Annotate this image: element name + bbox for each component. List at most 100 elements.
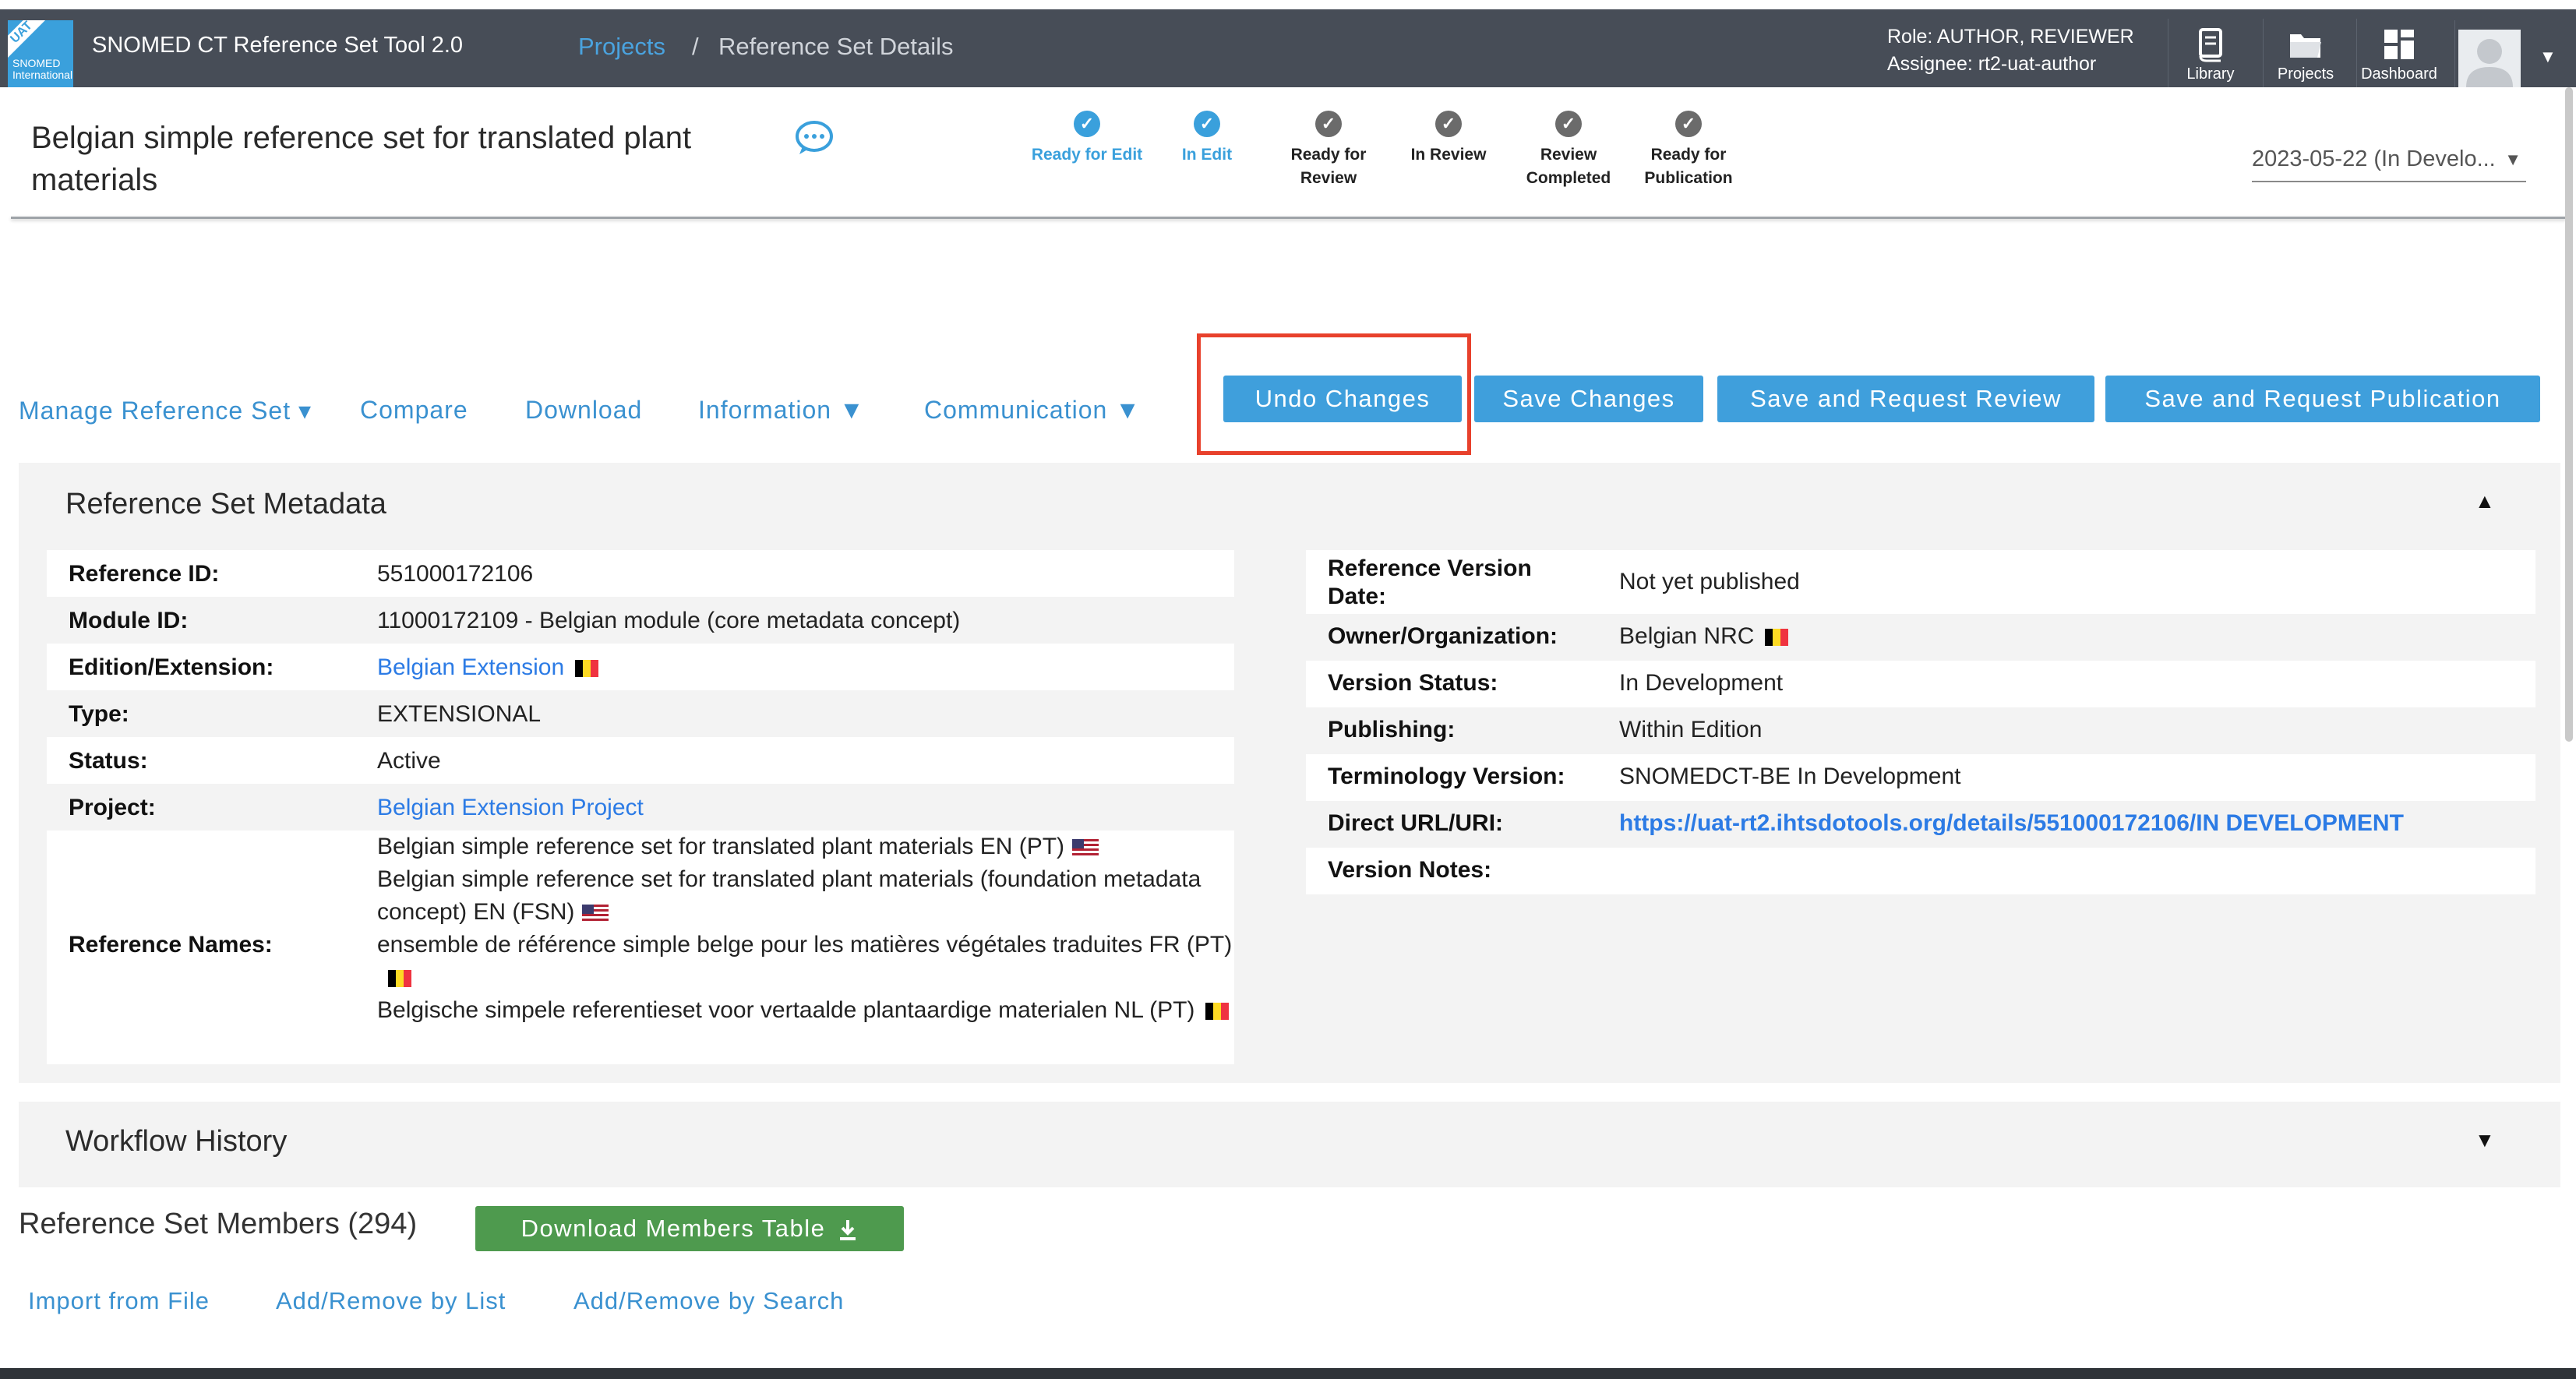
add-remove-by-list-link[interactable]: Add/Remove by List	[276, 1287, 506, 1315]
breadcrumb-current-page: Reference Set Details	[718, 33, 954, 60]
user-silhouette-icon	[2466, 39, 2513, 87]
chevron-down-icon[interactable]: ▼	[2539, 47, 2557, 67]
metadata-row: Direct URL/URI: https://uat-rt2.ihtsdoto…	[1306, 801, 2535, 848]
user-role-info: Role: AUTHOR, REVIEWER Assignee: rt2-uat…	[1887, 23, 2134, 78]
folder-icon	[2290, 34, 2321, 58]
check-circle-icon: ✓	[1675, 111, 1702, 137]
nav-library-label: Library	[2186, 65, 2235, 83]
workflow-step-review-completed: ✓ Review Completed	[1510, 111, 1627, 190]
information-menu[interactable]: Information ▼	[698, 396, 865, 425]
save-request-review-button[interactable]: Save and Request Review	[1717, 376, 2094, 422]
reference-id-value: 551000172106	[377, 561, 534, 587]
page-scrollbar[interactable]	[2565, 87, 2573, 742]
edition-value: Belgian Extension	[377, 654, 599, 681]
field-label: Direct URL/URI:	[1328, 810, 1504, 836]
communication-menu[interactable]: Communication ▼	[924, 396, 1141, 425]
publishing-value: Within Edition	[1619, 717, 1763, 742]
metadata-row: Status: Active	[47, 737, 1234, 784]
metadata-row: Publishing: Within Edition	[1306, 707, 2535, 754]
check-circle-icon: ✓	[1315, 111, 1342, 137]
refset-title: Belgian simple reference set for transla…	[31, 121, 692, 197]
chevron-up-icon[interactable]: ▲	[2475, 489, 2495, 513]
breadcrumb-projects-link[interactable]: Projects	[578, 33, 665, 61]
metadata-row: Reference Version Date: Not yet publishe…	[1306, 550, 2535, 614]
field-label: Version Status:	[1328, 670, 1498, 696]
save-changes-button[interactable]: Save Changes	[1474, 376, 1703, 422]
reference-name-en-fsn: Belgian simple reference set for transla…	[377, 866, 1202, 925]
manage-reference-set-menu[interactable]: Manage Reference Set ▾	[19, 396, 312, 425]
nav-projects-button[interactable]: Projects	[2263, 19, 2348, 87]
reference-name-fr-pt: ensemble de référence simple belge pour …	[377, 929, 1250, 994]
field-label: Publishing:	[1328, 717, 1456, 742]
metadata-panel: Reference Set Metadata ▲ Reference ID: 5…	[19, 463, 2560, 1083]
chevron-down-icon[interactable]: ▼	[2475, 1128, 2495, 1152]
chat-bubble-icon[interactable]	[795, 120, 834, 156]
status-value: Active	[377, 748, 441, 774]
avatar[interactable]	[2458, 30, 2521, 87]
field-label: Status:	[69, 748, 148, 774]
header-divider	[11, 217, 2567, 219]
us-flag-icon	[582, 905, 609, 922]
field-label: Owner/Organization:	[1328, 623, 1558, 649]
check-circle-icon: ✓	[1074, 111, 1100, 137]
workflow-step-ready-for-publication: ✓ Ready for Publication	[1630, 111, 1747, 190]
app-title: SNOMED CT Reference Set Tool 2.0	[92, 33, 464, 58]
field-label: Reference Version Date:	[1328, 555, 1532, 609]
workflow-history-panel[interactable]: Workflow History ▼	[19, 1102, 2560, 1187]
workflow-step-label: In Edit	[1181, 146, 1233, 164]
metadata-row: Edition/Extension: Belgian Extension	[47, 644, 1234, 690]
check-circle-icon: ✓	[1194, 111, 1220, 137]
assignee-text: Assignee: rt2-uat-author	[1887, 53, 2097, 75]
metadata-row: Owner/Organization: Belgian NRC	[1306, 614, 2535, 661]
import-from-file-link[interactable]: Import from File	[28, 1287, 210, 1315]
field-label: Terminology Version:	[1328, 764, 1565, 789]
version-select[interactable]: 2023-05-22 (In Develo... ▼	[2252, 146, 2526, 182]
workflow-step-label: In Review	[1410, 146, 1487, 164]
nav-dashboard-button[interactable]: Dashboard	[2356, 19, 2441, 87]
download-members-table-button[interactable]: Download Members Table	[475, 1206, 904, 1251]
metadata-row: Version Notes:	[1306, 848, 2535, 894]
field-label: Reference ID:	[69, 561, 220, 587]
direct-url-link[interactable]: https://uat-rt2.ihtsdotools.org/details/…	[1619, 810, 2404, 837]
logo-brand-text: SNOMED International	[12, 57, 73, 81]
owner-value: Belgian NRC	[1619, 623, 1789, 650]
book-icon	[2199, 28, 2222, 62]
add-remove-by-search-link[interactable]: Add/Remove by Search	[573, 1287, 844, 1315]
workflow-step-label: Ready for Edit	[1031, 146, 1143, 164]
check-circle-icon: ✓	[1555, 111, 1582, 137]
project-link[interactable]: Belgian Extension Project	[377, 795, 644, 821]
workflow-history-title: Workflow History	[65, 1125, 288, 1158]
compare-link[interactable]: Compare	[360, 396, 468, 425]
nav-library-button[interactable]: Library	[2168, 19, 2253, 87]
belgium-flag-icon	[1765, 629, 1789, 647]
workflow-step-ready-for-review: ✓ Ready for Review	[1270, 111, 1387, 190]
metadata-row: Module ID: 11000172109 - Belgian module …	[47, 597, 1234, 644]
metadata-row: Terminology Version: SNOMEDCT-BE In Deve…	[1306, 754, 2535, 801]
reference-name-nl-pt: Belgische simpele referentieset voor ver…	[377, 994, 1250, 1027]
save-request-publication-button[interactable]: Save and Request Publication	[2105, 376, 2540, 422]
module-id-value: 11000172109 - Belgian module (core metad…	[377, 608, 961, 633]
workflow-step-ready-for-edit: ✓ Ready for Edit	[1029, 111, 1145, 167]
nav-projects-label: Projects	[2277, 65, 2334, 83]
field-label: Module ID:	[69, 608, 189, 633]
uat-badge: UAT	[8, 20, 48, 58]
edition-link[interactable]: Belgian Extension	[377, 654, 564, 680]
field-label: Project:	[69, 795, 156, 820]
reference-name-list: Belgian simple reference set for transla…	[377, 831, 1250, 1027]
field-label: Reference Names:	[69, 932, 273, 958]
download-link[interactable]: Download	[525, 396, 642, 425]
download-members-table-label: Download Members Table	[520, 1215, 826, 1242]
user-menu[interactable]: ▼	[2454, 20, 2572, 87]
us-flag-icon	[1072, 839, 1099, 857]
check-circle-icon: ✓	[1435, 111, 1462, 137]
role-text: Role: AUTHOR, REVIEWER	[1887, 26, 2134, 48]
dashboard-icon	[2384, 30, 2414, 59]
workflow-step-label: Ready for Review	[1290, 146, 1367, 187]
workflow-step-in-edit: ✓ In Edit	[1149, 111, 1265, 167]
download-icon	[840, 1219, 856, 1240]
snomed-logo[interactable]: UAT SNOMED International	[8, 20, 73, 87]
version-status-value: In Development	[1619, 670, 1784, 696]
type-value: EXTENSIONAL	[377, 701, 542, 727]
version-select-value: 2023-05-22 (In Develo...	[2252, 146, 2496, 171]
table-header-edge	[0, 1368, 2576, 1379]
